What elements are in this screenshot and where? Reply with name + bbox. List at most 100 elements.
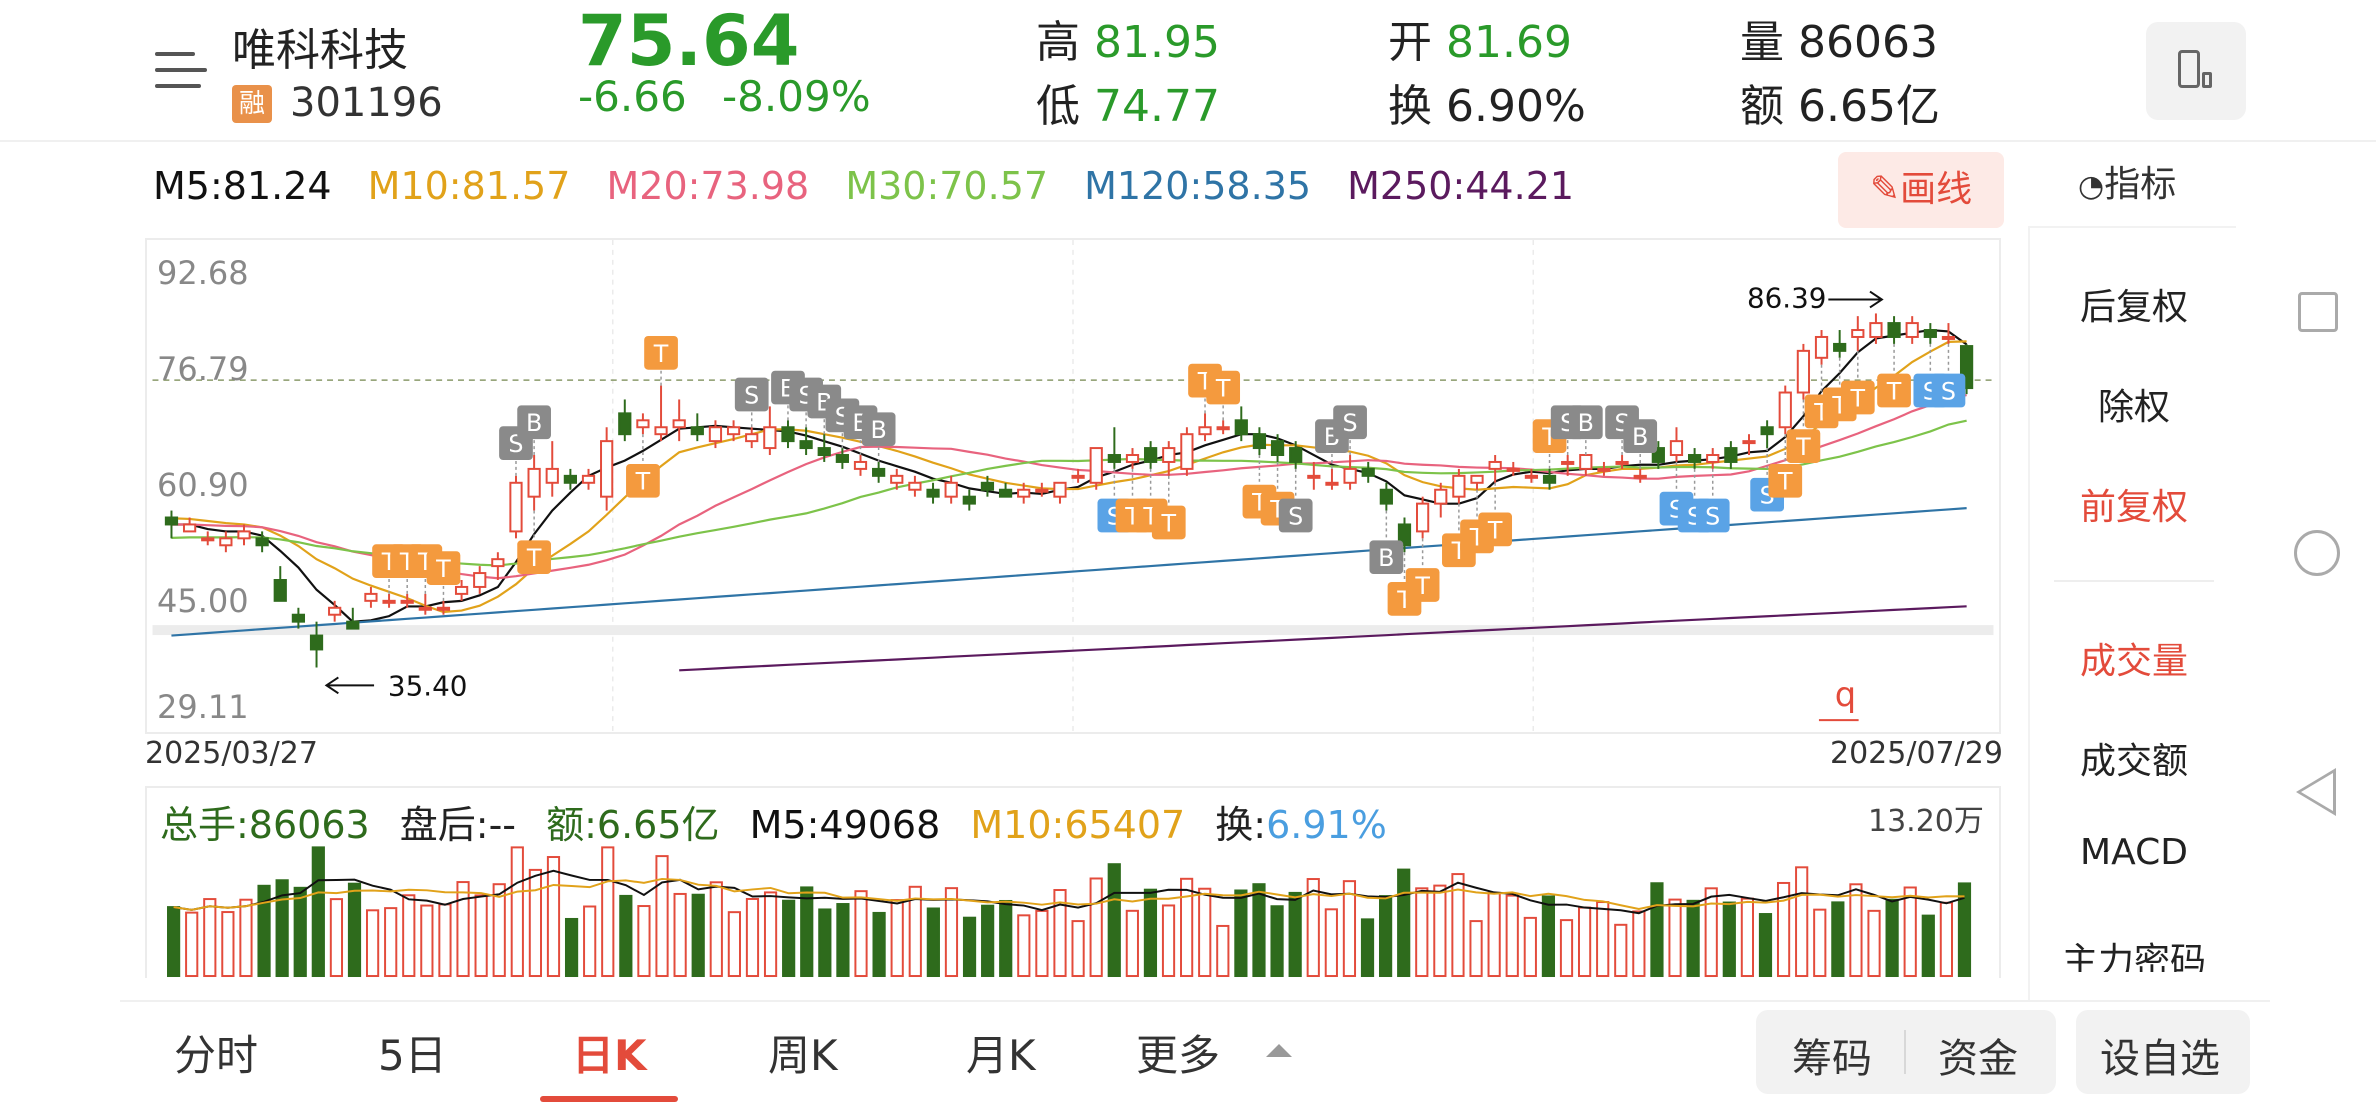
draw-line-label: 画线 (1900, 169, 1973, 210)
volume-amount: 额:6.65亿 (546, 803, 720, 847)
adjust-panel: 后复权 除权 前复权 成交量 成交额 MACD 主力密码 (2028, 226, 2236, 1000)
high-quote: 高 81.95 (1036, 6, 1220, 70)
candle-up (636, 419, 650, 429)
tab-5day[interactable]: 5日 (378, 1022, 447, 1083)
current-price: 75.64 (578, 0, 800, 82)
volume-bar-down (311, 846, 325, 978)
volume-bar-up (1216, 924, 1230, 978)
low-label: 低 (1036, 81, 1080, 132)
volume-bar-down (691, 893, 705, 978)
volume-bar-up (492, 883, 506, 978)
trade-tag-letter: S (744, 381, 759, 409)
tab-more[interactable]: 更多 (1136, 1022, 1220, 1083)
menu-icon[interactable] (155, 50, 207, 90)
side-item-forward-adjust[interactable]: 前复权 (2030, 478, 2238, 530)
funds-button[interactable]: 资金 (1938, 1026, 2018, 1084)
y-tick: 29.11 (157, 688, 249, 726)
after-hours: 盘后:-- (399, 803, 517, 847)
pencil-icon: ✎ (1869, 169, 1901, 210)
side-item-ex-rights[interactable]: 除权 (2030, 378, 2238, 430)
trade-tag-letter: B (1578, 409, 1594, 437)
candle-down (690, 426, 704, 436)
volume-bar-up (438, 903, 452, 978)
volume-value: 86063 (1798, 17, 1938, 68)
side-item-backward-adjust[interactable]: 后复权 (2030, 278, 2238, 330)
trade-tag-letter: S (1343, 409, 1358, 437)
volume-bar-down (1831, 901, 1845, 978)
volume-bar-up (1505, 894, 1519, 978)
candle-up (1615, 460, 1629, 465)
candle-up (1180, 433, 1194, 470)
candle-up (509, 481, 523, 533)
volume-bar-up (745, 897, 760, 978)
candle-down (835, 454, 849, 463)
trade-tag-letter: B (1378, 544, 1394, 572)
volume-bar-down (293, 886, 307, 978)
volume-bar-up (1813, 908, 1827, 978)
indicator-button[interactable]: ◔指标 (2078, 155, 2176, 207)
volume-bar-down (1143, 888, 1158, 978)
tab-weekly-k[interactable]: 周K (768, 1022, 838, 1083)
candle-down (799, 440, 813, 450)
margin-badge: 融 (232, 85, 272, 123)
change-abs: -6.66 (578, 72, 687, 121)
volume-bar-down (1288, 891, 1302, 978)
candle-up (1669, 440, 1684, 457)
candle-up (1053, 481, 1067, 498)
volume-bar-up (583, 905, 597, 978)
side-item-volume[interactable]: 成交量 (2030, 632, 2238, 684)
volume-legend: 总手:86063 盘后:-- 额:6.65亿 M5:49068 M10:6540… (160, 794, 1405, 849)
side-item-main-force[interactable]: 主力密码 (2030, 932, 2238, 972)
low-quote: 低 74.77 (1036, 70, 1220, 134)
trade-tag-letter: T (1886, 377, 1902, 405)
y-tick: 76.79 (157, 350, 249, 388)
candle-up (1706, 454, 1720, 463)
volume-bar-up (709, 881, 723, 978)
add-watchlist-button[interactable]: 设自选 (2100, 1026, 2220, 1084)
ma250-line (679, 605, 1967, 672)
home-icon[interactable] (2294, 530, 2340, 576)
volume-bar-down (1686, 899, 1700, 978)
kline-chart[interactable]: T T T TSBTTTS B S B S B BS T T TT TT T SB SBT TT T TT S B S BS S… (145, 238, 2001, 734)
volume-bar-up (1668, 898, 1682, 978)
candle-down (1887, 322, 1901, 338)
candle-up (1579, 454, 1593, 470)
volume-bar-up (474, 894, 488, 978)
open-value: 81.69 (1446, 17, 1572, 68)
tab-monthly-k[interactable]: 月K (966, 1022, 1036, 1083)
side-item-macd[interactable]: MACD (2030, 832, 2238, 873)
volume-bar-down (1379, 895, 1393, 978)
volume-bar-down (1397, 868, 1411, 978)
low-value: 74.77 (1094, 81, 1220, 132)
volume-bar-up (402, 894, 416, 978)
volume-bar-down (782, 899, 796, 978)
ma250-label: M250:44.21 (1347, 164, 1575, 208)
side-item-turnover-amount[interactable]: 成交额 (2030, 732, 2238, 784)
candle-up (1125, 454, 1140, 463)
volume-bar-down (1921, 914, 1935, 978)
trade-tag-letter: T (435, 555, 451, 583)
candle-up (1089, 447, 1103, 484)
y-tick: 60.90 (157, 466, 249, 504)
trade-tag-letter: S (1288, 502, 1303, 530)
trade-tag-letter: B (1632, 423, 1648, 451)
candle-up (364, 592, 378, 602)
volume-bar-down (818, 908, 832, 978)
volume-label: 量 (1740, 17, 1784, 68)
tab-daily-k[interactable]: 日K (572, 1022, 647, 1083)
candle-up (853, 460, 868, 470)
candle-up (1452, 474, 1466, 498)
volume-bar-down (1270, 905, 1284, 978)
volume-bar-up (763, 891, 778, 978)
candle-up (436, 606, 451, 611)
chips-button[interactable]: 筹码 (1792, 1026, 1872, 1084)
volume-bar-up (854, 890, 868, 978)
recent-apps-icon[interactable] (2298, 292, 2338, 332)
trade-tag-letter: T (635, 468, 651, 496)
landscape-toggle-button[interactable] (2146, 22, 2246, 120)
volume-bar-down (347, 882, 362, 978)
candle-up (201, 537, 215, 542)
tab-intraday[interactable]: 分时 (174, 1022, 258, 1083)
draw-line-button[interactable]: ✎画线 (1838, 152, 2004, 228)
volume-bar-up (1415, 887, 1429, 978)
